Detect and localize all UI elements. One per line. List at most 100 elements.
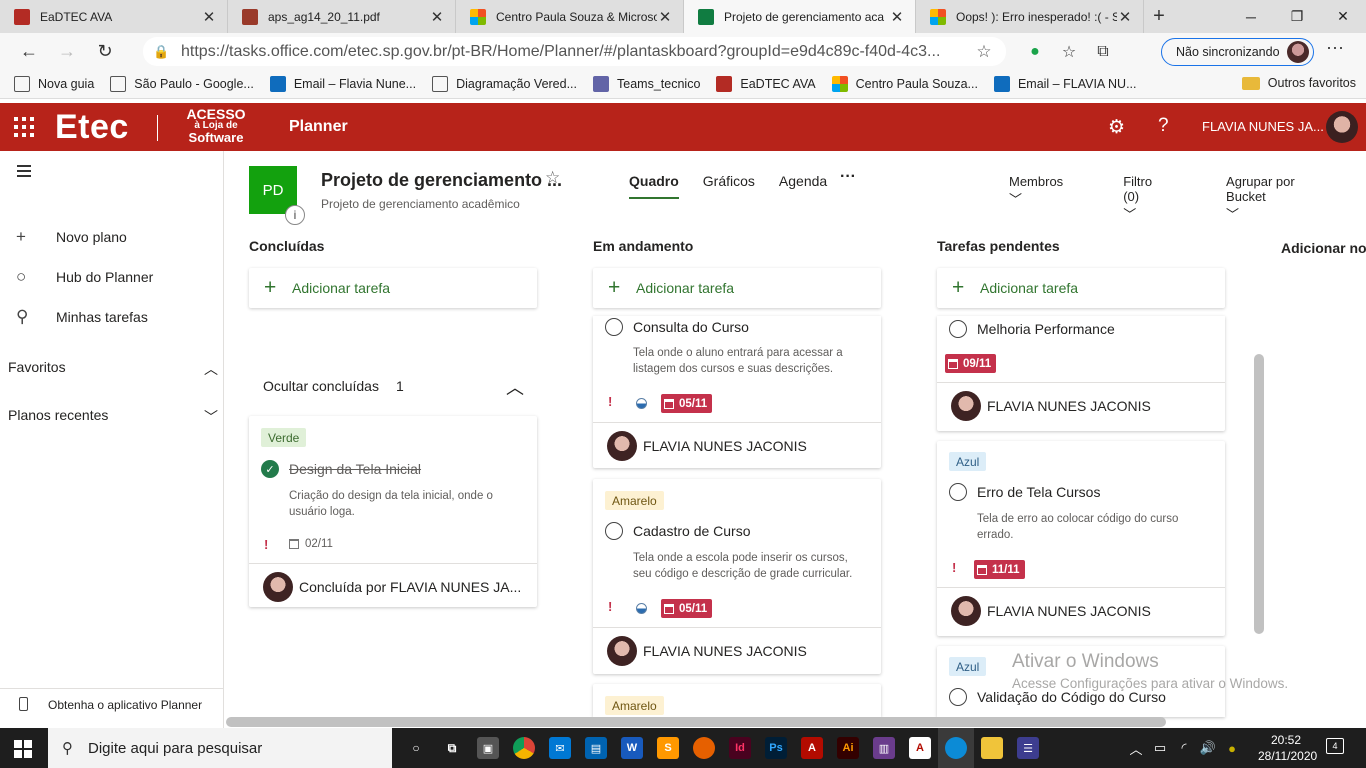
complete-task-checkbox[interactable]: [605, 522, 623, 540]
vertical-scrollbar[interactable]: [1254, 354, 1264, 634]
bookmark-item[interactable]: EaDTEC AVA: [716, 76, 816, 92]
browser-tab[interactable]: Centro Paula Souza & Microso ✕: [456, 0, 684, 33]
nav-planner-hub[interactable]: ○ Hub do Planner: [0, 257, 224, 297]
group-by-button[interactable]: Agrupar por Bucket ﹀: [1226, 174, 1336, 223]
add-task-button[interactable]: + Adicionar tarefa: [249, 268, 537, 308]
wifi-icon[interactable]: ◜: [1172, 740, 1196, 756]
task-card[interactable]: Azul Erro de Tela Cursos Tela de erro ao…: [937, 441, 1225, 636]
close-tab-icon[interactable]: ✕: [889, 8, 905, 26]
brand-logo[interactable]: Etec: [55, 108, 129, 147]
complete-task-checkbox[interactable]: [949, 688, 967, 706]
bucket-title[interactable]: Em andamento: [593, 238, 881, 260]
completed-check-icon[interactable]: ✓: [261, 460, 279, 478]
task-card[interactable]: Amarelo: [593, 684, 881, 717]
add-bucket-button[interactable]: Adicionar nov: [1281, 240, 1366, 256]
maximize-icon[interactable]: ❐: [1274, 0, 1320, 33]
app-icon[interactable]: ☰: [1010, 728, 1046, 768]
nav-new-plan[interactable]: + Novo plano: [0, 217, 224, 257]
browser-tab[interactable]: EaDTEC AVA ✕: [0, 0, 228, 33]
profile-sync-button[interactable]: Não sincronizando: [1161, 38, 1314, 66]
nav-recent-section[interactable]: Planos recentes ﹀: [8, 407, 218, 427]
indesign-icon[interactable]: Id: [722, 728, 758, 768]
settings-gear-icon[interactable]: ⚙: [1108, 116, 1125, 139]
close-tab-icon[interactable]: ✕: [657, 8, 673, 26]
sublime-icon[interactable]: S: [650, 728, 686, 768]
volume-icon[interactable]: 🔊: [1196, 740, 1220, 756]
news-icon[interactable]: ▤: [578, 728, 614, 768]
add-task-button[interactable]: + Adicionar tarefa: [937, 268, 1225, 308]
favorite-star-icon[interactable]: ☆: [545, 168, 560, 188]
hide-completed-toggle[interactable]: Ocultar concluídas 1 ︿: [263, 378, 525, 398]
close-tab-icon[interactable]: ✕: [429, 8, 445, 26]
task-card[interactable]: Melhoria Performance 09/11 FLAVIA NUNES …: [937, 316, 1225, 431]
add-task-button[interactable]: + Adicionar tarefa: [593, 268, 881, 308]
info-icon[interactable]: i: [285, 205, 305, 225]
more-options-icon[interactable]: ···: [840, 168, 856, 186]
taskbar-search[interactable]: ⚲ Digite aqui para pesquisar: [48, 728, 392, 768]
bookmark-item[interactable]: Teams_tecnico: [593, 76, 700, 92]
browser-tab[interactable]: Oops! ): Erro inesperado! :( - Sy ✕: [916, 0, 1144, 33]
browser-tab-active[interactable]: Projeto de gerenciamento aca ✕: [684, 0, 916, 33]
minimize-icon[interactable]: ─: [1228, 0, 1274, 33]
close-tab-icon[interactable]: ✕: [1117, 8, 1133, 26]
tab-board[interactable]: Quadro: [629, 173, 679, 199]
bookmark-item[interactable]: São Paulo - Google...: [110, 76, 254, 92]
task-view-icon[interactable]: ⧉: [434, 728, 470, 768]
new-tab-icon[interactable]: +: [1144, 0, 1174, 33]
other-favorites[interactable]: Outros favoritos: [1241, 76, 1356, 90]
app-name[interactable]: Planner: [289, 118, 348, 136]
user-avatar[interactable]: [1326, 111, 1358, 143]
bookmark-item[interactable]: Email – FLAVIA NU...: [993, 76, 1137, 92]
acrobat-reader-icon[interactable]: A: [902, 728, 938, 768]
close-window-icon[interactable]: ✕: [1320, 0, 1366, 33]
bookmark-item[interactable]: Centro Paula Souza...: [831, 76, 978, 92]
extension-check-icon[interactable]: ●: [1018, 43, 1052, 61]
nav-favorites-section[interactable]: Favoritos ︿: [8, 359, 218, 379]
windows-start-icon[interactable]: [14, 740, 32, 758]
tab-schedule[interactable]: Agenda: [779, 173, 827, 189]
back-icon[interactable]: ←: [10, 33, 48, 70]
illustrator-icon[interactable]: Ai: [830, 728, 866, 768]
file-explorer-icon[interactable]: [974, 728, 1010, 768]
bookmark-item[interactable]: Email – Flavia Nune...: [269, 76, 416, 92]
app-launcher-icon[interactable]: [12, 115, 36, 139]
favorites-icon[interactable]: ☆: [1052, 42, 1086, 62]
photoshop-icon[interactable]: Ps: [758, 728, 794, 768]
horizontal-scrollbar[interactable]: [226, 717, 1166, 727]
browser-menu-icon[interactable]: ···: [1326, 37, 1344, 58]
word-icon[interactable]: W: [614, 728, 650, 768]
tray-up-chevron-icon[interactable]: ︿: [1124, 739, 1148, 758]
close-tab-icon[interactable]: ✕: [201, 8, 217, 26]
bucket-title[interactable]: Tarefas pendentes: [937, 238, 1225, 260]
url-field[interactable]: 🔒 https://tasks.office.com/etec.sp.gov.b…: [143, 37, 1006, 66]
mail-icon[interactable]: ✉: [542, 728, 578, 768]
get-app-link[interactable]: Obtenha o aplicativo Planner: [0, 688, 224, 720]
tray-app-icon[interactable]: ●: [1220, 741, 1244, 756]
filter-button[interactable]: Filtro (0) ﹀: [1123, 174, 1196, 223]
favorite-star-icon[interactable]: ☆: [972, 42, 996, 62]
collections-icon[interactable]: ⧉: [1086, 43, 1120, 61]
refresh-icon[interactable]: ↻: [86, 33, 124, 70]
nav-my-tasks[interactable]: ⚲ Minhas tarefas: [0, 297, 224, 337]
taskbar-clock[interactable]: 20:52 28/11/2020: [1258, 732, 1317, 764]
complete-task-checkbox[interactable]: [605, 318, 623, 336]
edge-icon[interactable]: [938, 728, 974, 768]
hamburger-menu-icon[interactable]: [17, 165, 31, 180]
bookmark-item[interactable]: Nova guia: [14, 76, 94, 92]
user-name[interactable]: FLAVIA NUNES JA...: [1202, 119, 1324, 134]
browser-tab[interactable]: aps_ag14_20_11.pdf ✕: [228, 0, 456, 33]
task-card[interactable]: Verde ✓ Design da Tela Inicial Criação d…: [249, 416, 537, 607]
notifications-icon[interactable]: 4: [1326, 738, 1344, 754]
complete-task-checkbox[interactable]: [949, 320, 967, 338]
task-card[interactable]: Consulta do Curso Tela onde o aluno entr…: [593, 316, 881, 468]
forward-icon[interactable]: →: [48, 33, 86, 70]
bucket-title[interactable]: Concluídas: [249, 238, 537, 260]
cortana-icon[interactable]: ○: [398, 728, 434, 768]
store-icon[interactable]: ▣: [470, 728, 506, 768]
acrobat-icon[interactable]: A: [794, 728, 830, 768]
help-icon[interactable]: ?: [1158, 115, 1169, 137]
task-card[interactable]: Amarelo Cadastro de Curso Tela onde a es…: [593, 479, 881, 674]
bookmark-item[interactable]: Diagramação Vered...: [432, 76, 577, 92]
tab-charts[interactable]: Gráficos: [703, 173, 755, 189]
chrome-icon[interactable]: [506, 728, 542, 768]
